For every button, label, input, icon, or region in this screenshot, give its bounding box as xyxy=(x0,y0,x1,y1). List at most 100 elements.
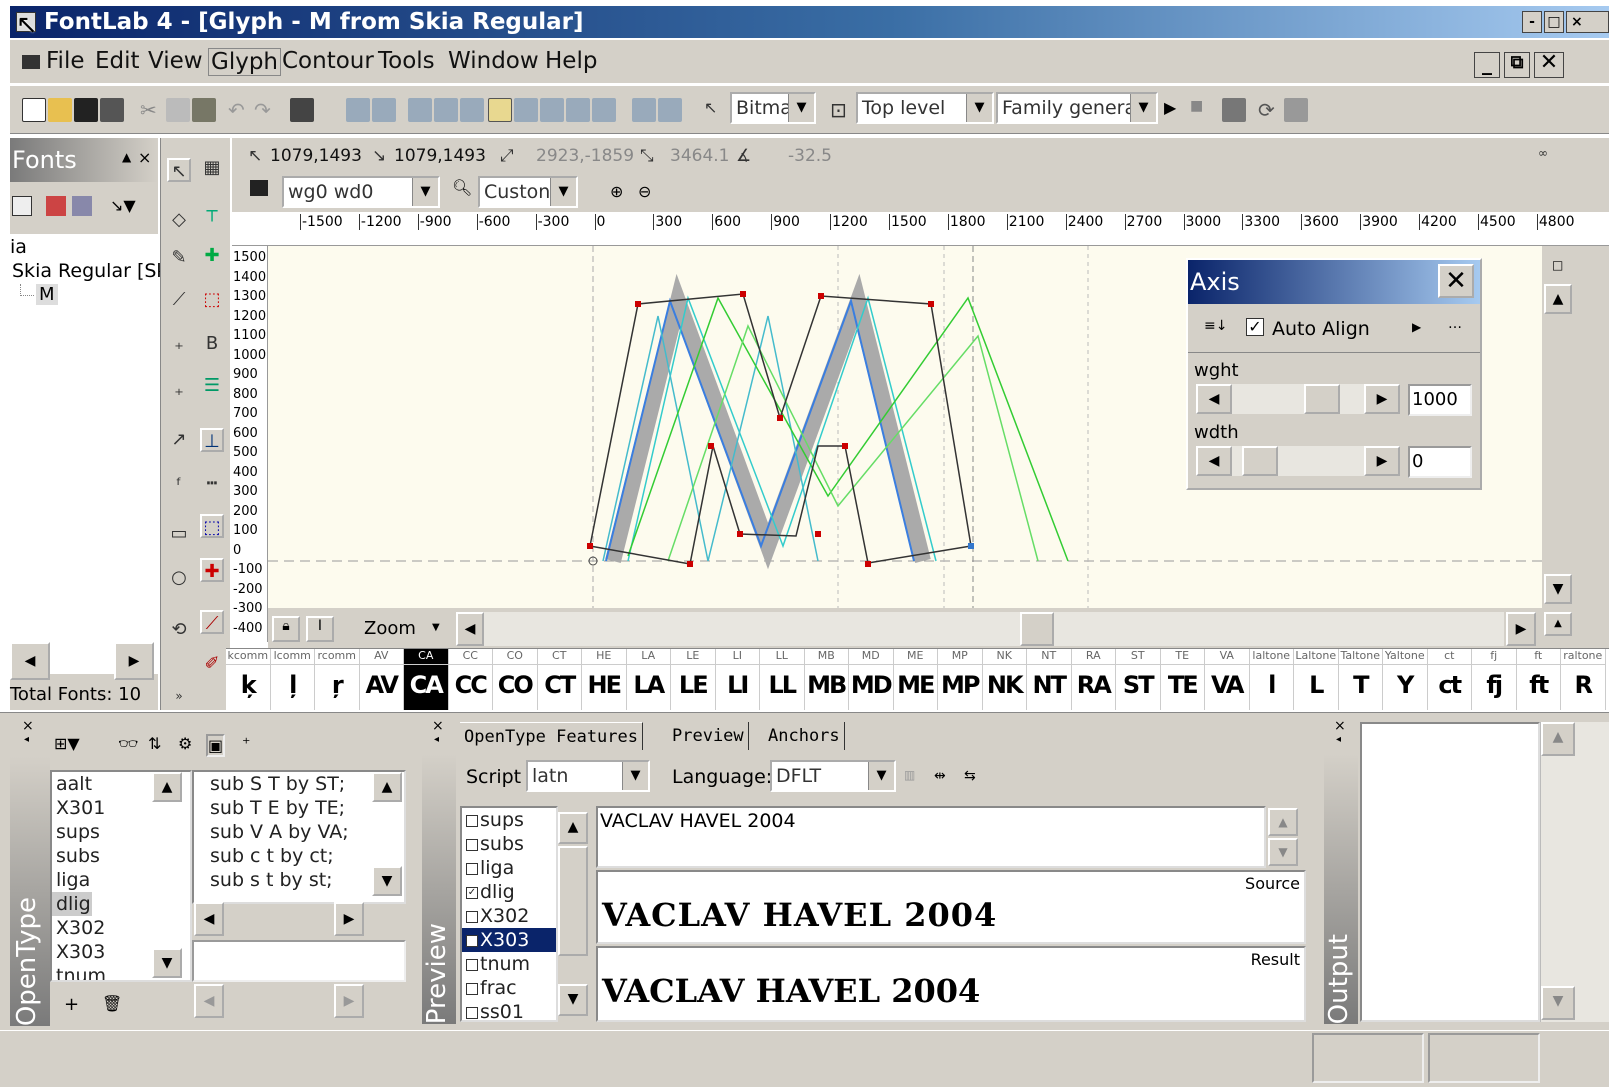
feature-list-item[interactable]: X302 xyxy=(52,916,190,940)
family-combo[interactable]: Family genera ▼ xyxy=(996,92,1158,124)
axis-slider-thumb[interactable] xyxy=(1241,446,1278,476)
code-scroll-right[interactable]: ▶ xyxy=(334,902,364,936)
glyph-cell[interactable]: VA VA xyxy=(1205,649,1250,710)
menu-window[interactable]: Window xyxy=(448,48,539,74)
tree-font-item[interactable]: Skia Regular [Sk xyxy=(12,260,167,282)
preview-tab[interactable]: Anchors xyxy=(764,722,845,750)
canvas-hscroll-track[interactable] xyxy=(484,612,1504,646)
open-icon[interactable] xyxy=(48,98,72,122)
node-4[interactable] xyxy=(818,293,824,299)
add-tangent-tool-icon[interactable]: ⁺ xyxy=(167,384,191,408)
export-icon[interactable] xyxy=(1222,98,1246,122)
stop-icon[interactable]: ■ xyxy=(1190,98,1214,122)
feature-checkbox[interactable] xyxy=(466,982,478,995)
axis-value-input[interactable]: 1000 xyxy=(1408,384,1472,416)
axis-value-input[interactable]: 0 xyxy=(1408,446,1472,478)
tree-glyph-item[interactable]: M xyxy=(36,284,58,305)
menu-view[interactable]: View xyxy=(148,48,203,74)
glyph-cell[interactable]: CO CO xyxy=(493,649,538,710)
glyph-cell[interactable]: AV AV xyxy=(359,649,404,710)
bitmap-combo[interactable]: Bitma ▼ xyxy=(730,92,816,124)
ltr-icon[interactable]: ⇹ xyxy=(934,768,946,784)
node-2[interactable] xyxy=(740,291,746,297)
node-5[interactable] xyxy=(928,301,934,307)
canvas-scroll-up[interactable]: ▲ xyxy=(1544,284,1572,314)
canvas-scroll-top[interactable]: ▲ xyxy=(1544,612,1572,636)
glyph-cell[interactable]: Laltone L xyxy=(1294,649,1339,710)
glyph-cell[interactable]: ft ft xyxy=(1516,649,1561,710)
delete-feature-icon[interactable]: 🗑︎ xyxy=(102,994,122,1013)
close-button[interactable]: × xyxy=(1566,11,1609,33)
zoom-label[interactable]: Zoom xyxy=(364,618,416,639)
secondary-scroll-left[interactable]: ◀ xyxy=(194,984,224,1018)
refresh-icon[interactable]: ⟳ xyxy=(1258,98,1282,122)
maximize-button[interactable]: □ xyxy=(1544,11,1564,33)
feature-checkbox[interactable] xyxy=(466,958,478,971)
ellipse-tool-icon[interactable]: ○ xyxy=(167,566,191,590)
feature-scroll-up[interactable]: ▲ xyxy=(152,772,182,802)
layers-tool-icon[interactable]: ☰ xyxy=(200,374,224,398)
code-scroll-down[interactable]: ▼ xyxy=(372,866,402,896)
tree-root[interactable]: ia xyxy=(10,236,27,258)
eraser-tool-icon[interactable]: ◇ xyxy=(167,208,191,232)
canvas-scroll-down[interactable]: ▼ xyxy=(1544,574,1572,604)
undo-icon[interactable]: ↶ xyxy=(228,98,252,122)
kern-icon[interactable]: ▥ xyxy=(904,768,915,782)
feature-list-item[interactable]: liga xyxy=(52,868,190,892)
minimize-button[interactable]: - xyxy=(1522,11,1542,33)
feature-list-item[interactable]: sups xyxy=(52,820,190,844)
align-icon[interactable]: ≡↓ xyxy=(1204,318,1227,334)
save-icon[interactable] xyxy=(74,98,98,122)
corner-tool-icon[interactable]: ↗ xyxy=(167,428,191,452)
save-all-icon[interactable] xyxy=(100,98,124,122)
preview-feature-item[interactable]: subs xyxy=(462,832,556,856)
glyph-cell[interactable]: ST ST xyxy=(1116,649,1161,710)
curve-tool-icon[interactable]: ᶠ xyxy=(167,474,191,498)
output-log[interactable] xyxy=(1360,722,1540,1022)
canvas-scroll-right[interactable]: ▶ xyxy=(1506,612,1536,646)
feature-scroll-down[interactable]: ▼ xyxy=(152,948,182,978)
view-mode-5-icon[interactable] xyxy=(460,98,484,122)
pv-feature-scroll-thumb[interactable] xyxy=(558,846,588,956)
redo-icon[interactable]: ↷ xyxy=(254,98,278,122)
add-node-tool-icon[interactable]: ⁺ xyxy=(167,338,191,362)
input-scroll-down[interactable]: ▼ xyxy=(1268,838,1298,866)
axis-increase-button[interactable]: ▶ xyxy=(1364,384,1400,414)
grid-tool-icon[interactable]: ▦ xyxy=(200,156,224,180)
view-combo[interactable]: Custon ▼ xyxy=(478,176,578,208)
node-13[interactable] xyxy=(815,531,821,537)
dash-tool-icon[interactable]: ┅ xyxy=(200,472,224,496)
feature-checkbox[interactable] xyxy=(466,910,478,923)
play-icon[interactable]: ▶ xyxy=(1164,98,1188,122)
view-mode-8-icon[interactable] xyxy=(540,98,564,122)
panel-restore-icon[interactable]: □ xyxy=(1552,258,1563,272)
paste-icon[interactable] xyxy=(192,98,216,122)
secondary-scroll-right[interactable]: ▶ xyxy=(334,984,364,1018)
feature-checkbox[interactable] xyxy=(466,814,478,827)
glyph-cell[interactable]: MP MP xyxy=(938,649,983,710)
language-combo[interactable]: DFLT ▼ xyxy=(770,760,896,792)
glyph-cell[interactable]: CC CC xyxy=(448,649,493,710)
menu-file[interactable]: File xyxy=(46,48,85,74)
add-feature-icon[interactable]: + xyxy=(64,994,79,1015)
preview-feature-item[interactable]: liga xyxy=(462,856,556,880)
glyph-cell[interactable]: TE TE xyxy=(1160,649,1205,710)
view-mode-3-icon[interactable] xyxy=(408,98,432,122)
pen-draw-icon[interactable]: ✐ xyxy=(200,652,224,676)
print-icon[interactable] xyxy=(290,98,314,122)
preview-pin-icon[interactable]: ◂ xyxy=(434,734,439,745)
output-vscroll[interactable]: ▲ ▼ xyxy=(1540,722,1609,1022)
menu-glyph[interactable]: Glyph xyxy=(208,48,282,76)
node-9[interactable] xyxy=(687,561,693,567)
glyph-cell[interactable]: LA LA xyxy=(626,649,671,710)
feature-checkbox[interactable] xyxy=(466,1006,478,1019)
canvas-scroll-left[interactable]: ◀ xyxy=(456,612,484,646)
glyph-cell[interactable]: rcomm ŗ xyxy=(315,649,360,710)
code-secondary-editor[interactable] xyxy=(192,940,406,982)
preview-close-icon[interactable]: × xyxy=(432,718,444,734)
magnifier-icon[interactable]: 🔍︎ xyxy=(452,178,472,197)
input-scroll-up[interactable]: ▲ xyxy=(1268,808,1298,836)
ot-find-icon[interactable]: 👓︎ xyxy=(118,734,138,753)
ot-add-icon[interactable]: ⁺ xyxy=(242,734,250,753)
canvas-vscroll[interactable]: □ ▲ ▼ ▲ xyxy=(1542,246,1609,648)
